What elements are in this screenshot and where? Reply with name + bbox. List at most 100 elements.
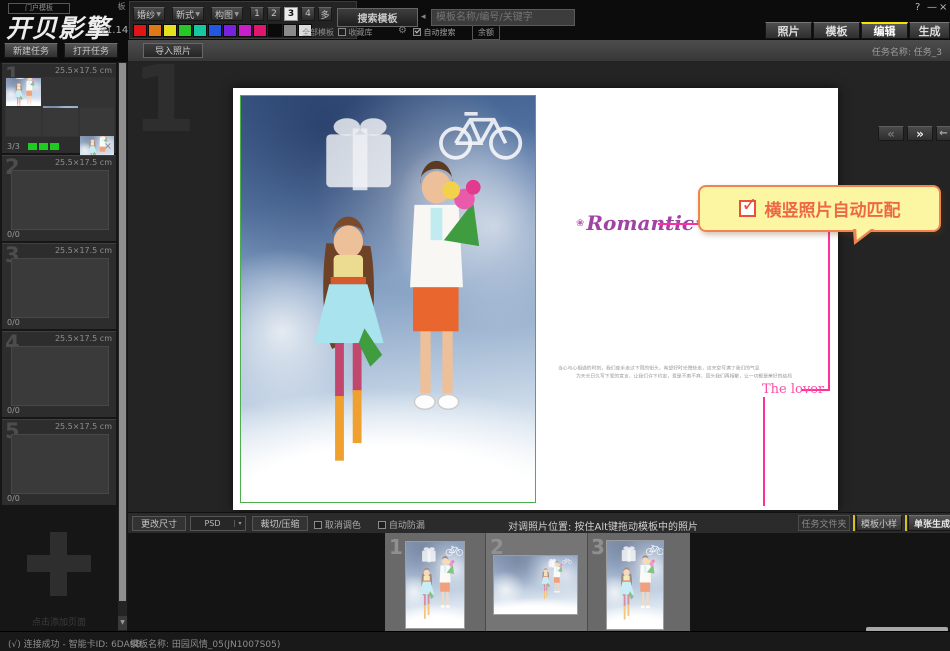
photo-thumb[interactable]: [6, 78, 41, 106]
empty-page-slot[interactable]: [11, 434, 109, 494]
back-button[interactable]: ←: [936, 126, 950, 141]
resize-button[interactable]: 更改尺寸: [132, 516, 186, 531]
couple-illustration: [406, 542, 464, 628]
main-photo[interactable]: [240, 95, 536, 503]
couple-illustration: [607, 541, 663, 629]
auto-search-checkbox-box[interactable]: [413, 28, 421, 36]
empty-page-slot[interactable]: [11, 258, 109, 318]
photo-count: 3/3: [7, 142, 20, 151]
crop-compress-button[interactable]: 裁切/压缩: [252, 516, 308, 531]
empty-photo-slot[interactable]: [6, 108, 41, 136]
photo-count: 0/0: [7, 230, 20, 239]
tab-generate[interactable]: 生成: [909, 22, 950, 39]
filmstrip-thumb-3[interactable]: [606, 540, 664, 630]
page-card-4[interactable]: 4 25.5×17.5 cm 0/0: [2, 331, 116, 417]
color-swatch-gray[interactable]: [283, 24, 297, 37]
color-swatch-red[interactable]: [133, 24, 147, 37]
gear-icon[interactable]: ⚙: [398, 25, 407, 36]
close-page-icon[interactable]: ×: [104, 141, 112, 152]
progress-block: [50, 143, 59, 150]
all-templates-label[interactable]: 全部模板: [302, 27, 334, 38]
favorites-checkbox[interactable]: 收藏库: [338, 27, 373, 38]
cancel-color-checkbox-box[interactable]: [314, 521, 322, 529]
color-swatch-green[interactable]: [178, 24, 192, 37]
next-page-button[interactable]: »: [907, 126, 933, 141]
photo-count: 0/0: [7, 318, 20, 327]
color-swatch-magenta[interactable]: [238, 24, 252, 37]
page-card-3[interactable]: 3 25.5×17.5 cm 0/0: [2, 243, 116, 329]
caption-line-2: 为天长日久写下爱的宣言，让我们许下约定，爱是不离不弃，回头我们再相聚，让一切都是…: [576, 372, 792, 379]
cancel-color-checkbox[interactable]: 取消调色: [314, 518, 361, 531]
category-dropdown-composition[interactable]: 构图▼: [211, 7, 243, 21]
tab-photos[interactable]: 照片: [765, 22, 812, 39]
help-button[interactable]: ?: [915, 2, 920, 13]
color-swatch-purple[interactable]: [223, 24, 237, 37]
close-button[interactable]: ×: [939, 2, 947, 13]
template-sample-button[interactable]: 模板小样: [856, 515, 902, 531]
color-swatch-orange[interactable]: [148, 24, 162, 37]
format-value: PSD: [191, 519, 234, 528]
page-size-label: 25.5×17.5 cm: [55, 158, 112, 167]
progress-block: [28, 143, 37, 150]
scroll-down-icon[interactable]: ▼: [118, 616, 127, 630]
auto-match-callout: ✓ 横竖照片自动匹配: [698, 185, 941, 232]
page-card-2[interactable]: 2 25.5×17.5 cm 0/0: [2, 155, 116, 241]
canvas-page-number: 1: [132, 54, 196, 146]
page-size-label: 25.5×17.5 cm: [55, 334, 112, 343]
add-page-area[interactable]: 点击添加页面: [2, 507, 116, 631]
filmstrip-thumb-2[interactable]: [493, 555, 578, 615]
color-swatch-yellow[interactable]: [163, 24, 177, 37]
open-task-button[interactable]: 打开任务: [64, 43, 118, 58]
scrollbar-thumb[interactable]: [119, 63, 126, 601]
empty-page-slot[interactable]: [11, 346, 109, 406]
back-chevron-icon[interactable]: ◂: [421, 12, 426, 22]
chevron-down-icon: ▼: [156, 11, 161, 18]
count-button-2[interactable]: 2: [267, 7, 281, 21]
count-button-1[interactable]: 1: [250, 7, 264, 21]
count-button-4[interactable]: 4: [301, 7, 315, 21]
divider: [587, 533, 588, 631]
task-folder-button[interactable]: 任务文件夹: [798, 515, 850, 531]
balance-button[interactable]: 余额: [472, 25, 500, 40]
new-task-button[interactable]: 新建任务: [4, 43, 58, 58]
single-generate-button[interactable]: 单张生成: [908, 515, 950, 531]
sidebar-scrollbar[interactable]: ▼: [118, 62, 127, 631]
favorites-checkbox-box[interactable]: [338, 28, 346, 36]
minimize-button[interactable]: —: [927, 2, 937, 13]
category-dropdown-wedding[interactable]: 婚纱▼: [133, 7, 165, 21]
flower-icon: ❀: [576, 218, 584, 229]
count-button-3[interactable]: 3: [284, 7, 298, 21]
page-card-5[interactable]: 5 25.5×17.5 cm 0/0: [2, 419, 116, 505]
caption-line-1: 当心与心相通的时刻，我们牵手走过下雨的街头，希望好时光慢些走，这天空写满了我们的…: [558, 364, 760, 371]
accent-bar: [853, 515, 855, 531]
format-select[interactable]: PSD ▾: [190, 516, 246, 531]
top-bar: 门户模板 开贝影擎 v1.14 安装模板 婚纱▼ 新式▼ 构图▼ 1 2 3 4…: [0, 0, 950, 40]
color-swatch-rose[interactable]: [253, 24, 267, 37]
chevron-down-icon: ▼: [234, 11, 239, 18]
template-search-input[interactable]: [431, 9, 575, 26]
accent-bar: [905, 515, 907, 531]
color-swatch-teal[interactable]: [193, 24, 207, 37]
empty-photo-slot[interactable]: [43, 108, 78, 136]
empty-page-slot[interactable]: [11, 170, 109, 230]
page-card-1[interactable]: 1 25.5×17.5 cm 3/3 ×: [2, 63, 116, 153]
photo-count: 0/0: [7, 494, 20, 503]
app-window: 门户模板 开贝影擎 v1.14 安装模板 婚纱▼ 新式▼ 构图▼ 1 2 3 4…: [0, 0, 950, 651]
auto-leak-checkbox-box[interactable]: [378, 521, 386, 529]
task-buttons-strip: 新建任务 打开任务: [0, 40, 128, 62]
category-dropdown-style[interactable]: 新式▼: [172, 7, 204, 21]
auto-leak-checkbox[interactable]: 自动防漏: [378, 518, 425, 531]
empty-photo-slot[interactable]: [80, 108, 114, 136]
prev-page-button[interactable]: «: [878, 126, 904, 141]
color-swatch-black[interactable]: [268, 24, 282, 37]
filmstrip-number: 1: [389, 535, 403, 559]
spinner-icon[interactable]: ▾: [234, 520, 245, 527]
pages-sidebar: 1 25.5×17.5 cm 3/3 × 2 25.5×17.5 cm 0/0: [0, 62, 128, 631]
auto-search-checkbox[interactable]: 自动搜索: [413, 27, 456, 38]
tab-edit[interactable]: 编辑: [861, 22, 908, 39]
count-button-multi[interactable]: 多: [318, 7, 332, 21]
tab-templates[interactable]: 模板: [813, 22, 860, 39]
album-spread[interactable]: ❀ Romantic ✿ 当心与心相通的时刻，我们牵手走过下雨的街头，希望好时光…: [233, 88, 838, 510]
color-swatch-blue[interactable]: [208, 24, 222, 37]
filmstrip-thumb-1[interactable]: [405, 541, 465, 629]
